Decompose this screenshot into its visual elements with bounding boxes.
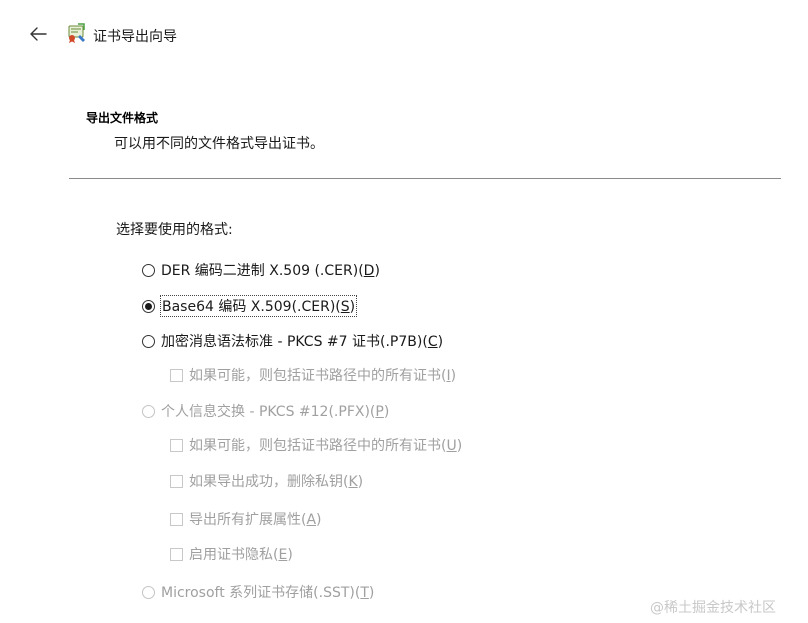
checkbox-export-extended-properties-label: 导出所有扩展属性(A) [189, 512, 322, 528]
watermark-text: @稀土掘金技术社区 [650, 600, 776, 616]
radio-pkcs7-p7b[interactable]: 加密消息语法标准 - PKCS #7 证书(.P7B)(C) [142, 329, 443, 353]
checkbox-delete-private-key-label: 如果导出成功，删除私钥(K) [189, 474, 364, 490]
radio-microsoft-sst[interactable]: Microsoft 系列证书存储(.SST)(T) [142, 580, 374, 604]
checkbox-export-extended-properties[interactable]: 导出所有扩展属性(A) [170, 508, 322, 530]
checkbox-icon[interactable] [170, 438, 183, 452]
section-description: 可以用不同的文件格式导出证书。 [114, 136, 324, 152]
checkbox-enable-cert-privacy[interactable]: 启用证书隐私(E) [170, 543, 293, 565]
radio-base64-cer[interactable]: Base64 编码 X.509(.CER)(S) [142, 294, 358, 318]
back-button[interactable] [24, 22, 52, 46]
radio-base64-cer-label: Base64 编码 X.509(.CER)(S) [159, 295, 358, 317]
checkbox-icon[interactable] [170, 547, 183, 561]
checkbox-include-all-certs-p7b-label: 如果可能，则包括证书路径中的所有证书(I) [189, 368, 457, 384]
radio-der-cer-label: DER 编码二进制 X.509 (.CER)(D) [161, 263, 380, 279]
certificate-wizard-icon [66, 22, 86, 44]
radio-pkcs12-pfx[interactable]: 个人信息交换 - PKCS #12(.PFX)(P) [142, 399, 389, 423]
checkbox-include-all-certs-p7b[interactable]: 如果可能，则包括证书路径中的所有证书(I) [170, 364, 456, 386]
wizard-title: 证书导出向导 [93, 29, 177, 45]
radio-button-icon[interactable] [142, 263, 155, 277]
radio-button-icon[interactable] [142, 404, 155, 418]
radio-button-checked-icon[interactable] [142, 299, 155, 313]
radio-der-cer[interactable]: DER 编码二进制 X.509 (.CER)(D) [142, 258, 380, 282]
checkbox-icon[interactable] [170, 474, 183, 488]
radio-pkcs7-p7b-label: 加密消息语法标准 - PKCS #7 证书(.P7B)(C) [161, 334, 444, 350]
radio-microsoft-sst-label: Microsoft 系列证书存储(.SST)(T) [161, 585, 375, 601]
radio-button-icon[interactable] [142, 585, 155, 599]
checkbox-include-all-certs-pfx-label: 如果可能，则包括证书路径中的所有证书(U) [189, 438, 463, 454]
checkbox-enable-cert-privacy-label: 启用证书隐私(E) [189, 547, 293, 563]
checkbox-include-all-certs-pfx[interactable]: 如果可能，则包括证书路径中的所有证书(U) [170, 434, 462, 456]
checkbox-icon[interactable] [170, 512, 183, 526]
back-arrow-icon [30, 27, 47, 41]
header-divider [69, 178, 781, 179]
radio-pkcs12-pfx-label: 个人信息交换 - PKCS #12(.PFX)(P) [161, 404, 390, 420]
section-title: 导出文件格式 [86, 111, 159, 125]
radio-button-icon[interactable] [142, 334, 155, 348]
checkbox-delete-private-key[interactable]: 如果导出成功，删除私钥(K) [170, 470, 363, 492]
checkbox-icon[interactable] [170, 368, 183, 382]
format-select-label: 选择要使用的格式: [116, 222, 233, 238]
